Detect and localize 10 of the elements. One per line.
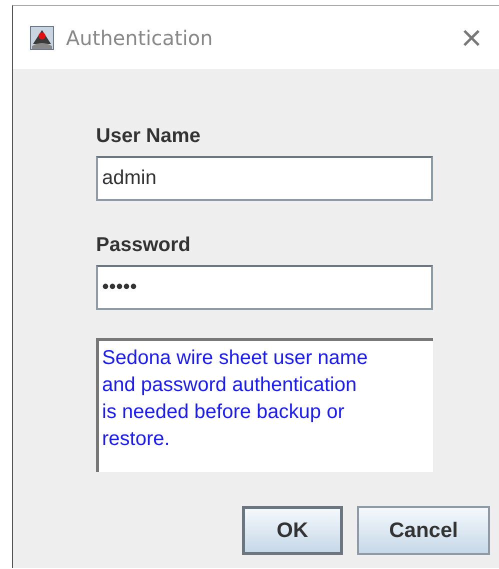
input-field[interactable]: ••••• [96,265,433,310]
dialog-button[interactable]: OK [242,506,344,555]
message-text: Sedona wire sheet user name and password authentication is needed before backup or restore. [102,346,369,452]
input-field[interactable]: admin [96,156,433,201]
field-label: Password [96,234,190,257]
close-button[interactable]: × [460,20,482,56]
dialog-button[interactable]: Cancel [357,506,490,555]
app-icon [30,26,54,50]
window-title: Authentication [66,26,214,50]
field-label: User Name [96,125,201,148]
